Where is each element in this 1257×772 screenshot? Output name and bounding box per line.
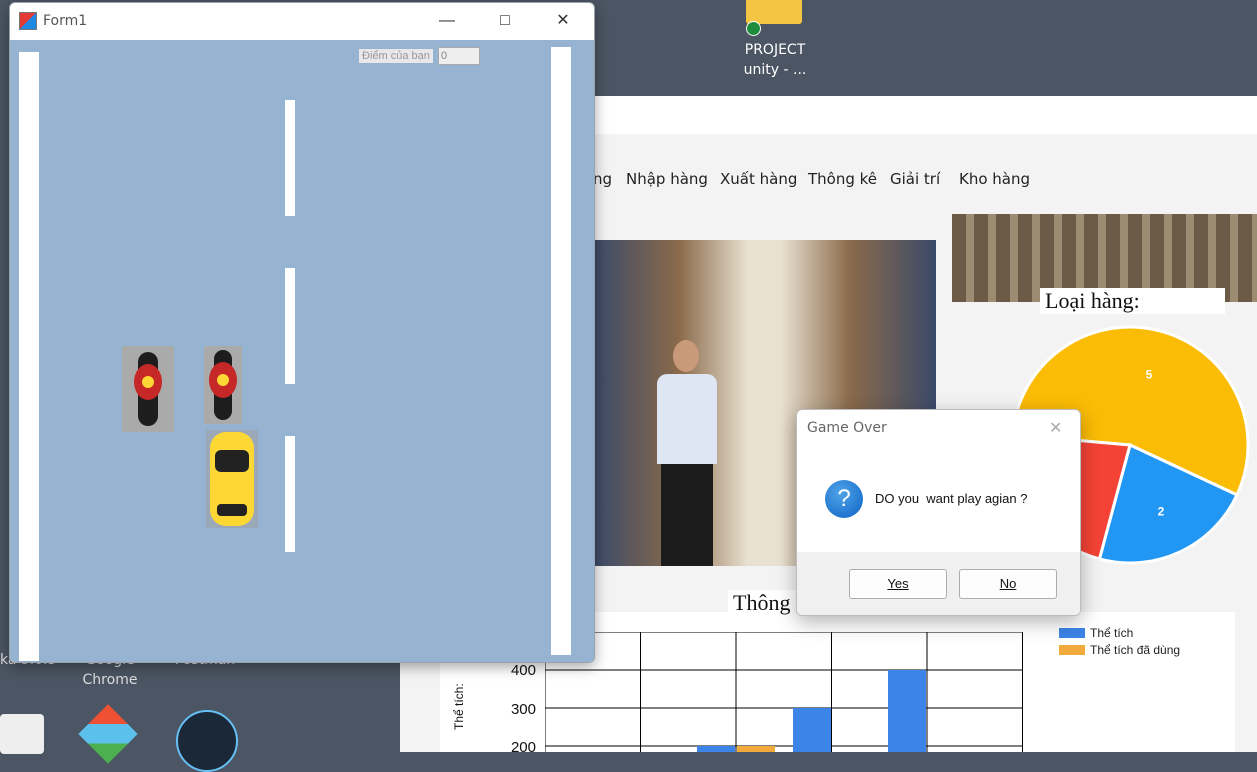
bar-the-tich xyxy=(697,746,735,752)
dialog-message: DO you want play agian ? xyxy=(875,491,1028,506)
git-icon[interactable] xyxy=(78,704,138,764)
score-label: Điểm của bạn xyxy=(359,49,433,63)
worker-figure xyxy=(651,340,723,566)
legend-label-the-tich-da-dung: Thể tích đã dùng xyxy=(1090,643,1181,657)
player-car xyxy=(206,430,258,528)
legend-swatch-the-tich xyxy=(1059,628,1085,638)
menu-item-thong-ke[interactable]: Thông kê xyxy=(808,170,877,188)
lane-marking xyxy=(285,100,295,216)
bar-the-tich-da-dung xyxy=(737,746,775,752)
desktop-small-icon[interactable] xyxy=(0,714,44,754)
menu-item-giai-tri[interactable]: Giải trí xyxy=(890,170,940,188)
question-icon: ? xyxy=(825,480,863,518)
enemy-motorbike xyxy=(122,346,174,432)
minimize-button[interactable]: — xyxy=(418,3,476,39)
road-left-border xyxy=(19,52,39,661)
lane-marking xyxy=(285,436,295,552)
yes-button[interactable]: Yes xyxy=(849,569,947,599)
y-tick-label: 300 xyxy=(510,701,536,718)
no-button[interactable]: No xyxy=(959,569,1057,599)
road-right-border xyxy=(551,47,571,655)
menu-item-nhap-hang[interactable]: Nhập hàng xyxy=(626,170,708,188)
form1-app-icon xyxy=(19,12,37,30)
bar-chart-grid xyxy=(545,632,1023,752)
maximize-button[interactable]: □ xyxy=(476,3,534,39)
dialog-close-icon[interactable]: ✕ xyxy=(1049,418,1062,438)
y-tick-label: 200 xyxy=(510,739,536,756)
y-tick-label: 400 xyxy=(510,662,536,679)
pie-slice-label: 5 xyxy=(1146,367,1153,381)
lane-marking xyxy=(285,268,295,384)
legend-swatch-the-tich-da-dung xyxy=(1059,645,1085,655)
bar-the-tich xyxy=(793,708,831,752)
form1-title: Form1 xyxy=(43,13,88,29)
steam-icon[interactable] xyxy=(176,710,238,772)
form1-window: Form1 — □ ✕ Điểm của bạn 0 xyxy=(9,2,595,663)
pie-chart-title: Loại hàng: xyxy=(1040,288,1225,314)
menu-item-kho-hang[interactable]: Kho hàng xyxy=(959,170,1030,188)
project-folder-label[interactable]: PROJECT unity - ... xyxy=(720,40,830,80)
bar-the-tich xyxy=(888,670,926,752)
pie-slice-label: 2 xyxy=(1158,504,1165,518)
dialog-title: Game Over xyxy=(807,420,887,436)
dialog-footer: Yes No xyxy=(797,552,1080,615)
menu-item-partial[interactable]: ng xyxy=(593,170,612,188)
legend-label-the-tich: Thể tích xyxy=(1090,626,1134,640)
game-over-dialog: Game Over ✕ ? DO you want play agian ? Y… xyxy=(796,409,1081,616)
y-axis-label: Thể tích: xyxy=(452,683,466,730)
game-road: Điểm của bạn 0 xyxy=(10,40,594,662)
enemy-motorbike xyxy=(204,346,242,424)
menu-item-xuat-hang[interactable]: Xuất hàng xyxy=(720,170,797,188)
score-textbox[interactable]: 0 xyxy=(438,47,480,65)
close-button[interactable]: ✕ xyxy=(534,3,592,39)
sync-check-icon xyxy=(746,21,761,36)
